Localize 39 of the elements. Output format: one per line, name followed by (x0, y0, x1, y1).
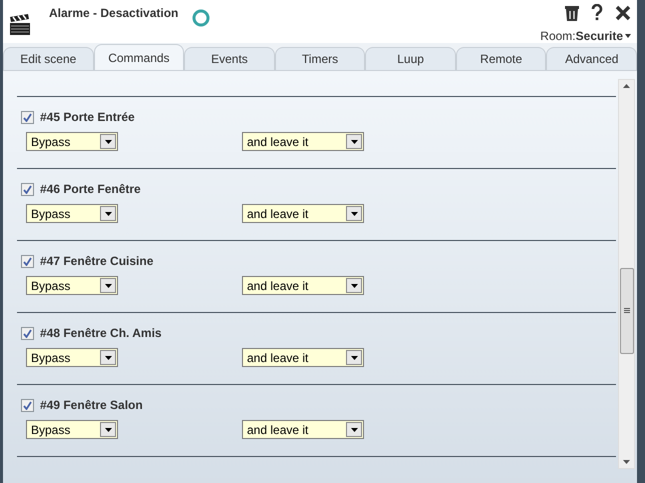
loading-spinner-icon (192, 9, 210, 27)
window-title: Alarme - Desactivation (49, 5, 178, 22)
checkbox[interactable] (21, 254, 34, 268)
device-name: #49 Fenêtre Salon (40, 397, 143, 414)
scrollbar[interactable] (618, 79, 635, 469)
action-dropdown[interactable]: Bypass (26, 348, 118, 367)
mode-dropdown[interactable]: and leave it (242, 204, 364, 223)
tab[interactable]: Advanced (546, 47, 638, 70)
help-icon[interactable] (591, 4, 603, 21)
mode-dropdown[interactable]: and leave it (242, 420, 364, 439)
trash-icon[interactable] (565, 4, 579, 20)
close-icon[interactable] (615, 4, 631, 20)
device-name: #45 Porte Entrée (40, 109, 135, 126)
mode-dropdown[interactable]: and leave it (242, 348, 364, 367)
tab[interactable]: Events (184, 47, 275, 70)
action-dropdown[interactable]: Bypass (26, 132, 118, 151)
scroll-down-icon[interactable] (623, 460, 630, 464)
tab[interactable]: Edit scene (3, 47, 94, 70)
checkbox[interactable] (21, 398, 34, 412)
mode-dropdown[interactable]: and leave it (242, 132, 364, 151)
action-dropdown[interactable]: Bypass (26, 204, 118, 223)
checkbox[interactable] (21, 326, 34, 340)
action-dropdown[interactable]: Bypass (26, 420, 118, 439)
caret-icon (625, 34, 631, 38)
device-name: #48 Fenêtre Ch. Amis (40, 325, 162, 342)
mode-dropdown[interactable]: and leave it (242, 276, 364, 295)
checkbox[interactable] (21, 182, 34, 196)
scrollbar-thumb[interactable] (620, 268, 634, 354)
tab[interactable]: Timers (274, 47, 366, 70)
action-dropdown[interactable]: Bypass (26, 276, 118, 295)
device-name: #46 Porte Fenêtre (40, 181, 141, 198)
tab[interactable]: Remote (456, 47, 546, 70)
tab[interactable]: Commands (94, 44, 184, 70)
device-name: #47 Fenêtre Cuisine (40, 253, 154, 270)
tab[interactable]: Luup (365, 47, 456, 70)
clapperboard-icon (9, 14, 31, 36)
checkbox[interactable] (21, 110, 34, 124)
scroll-up-icon[interactable] (623, 84, 630, 88)
room-selector[interactable]: Room:Securite (540, 27, 631, 45)
